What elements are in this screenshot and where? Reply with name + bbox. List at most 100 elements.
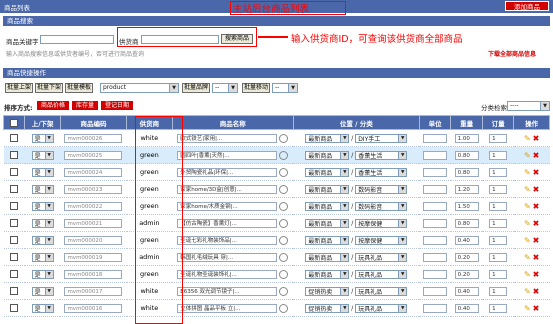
tab-product-list[interactable]: 商品列表 [4, 2, 30, 12]
delete-x-icon[interactable]: ✖ [533, 253, 540, 262]
order-input[interactable]: 1 [489, 235, 508, 245]
header-select-all[interactable] [2, 115, 26, 130]
code-input[interactable]: mvm000025 [64, 150, 123, 160]
row-checkbox[interactable] [10, 219, 19, 227]
row-checkbox[interactable] [10, 202, 19, 210]
status-select[interactable]: 是 ▼ [31, 252, 54, 262]
unit-input[interactable] [423, 184, 448, 194]
status-select[interactable]: 是 ▼ [31, 218, 54, 228]
move-select[interactable]: -- ▼ [272, 83, 298, 93]
position-select[interactable]: 促销热卖 ▼ [305, 286, 350, 296]
category-select[interactable]: 数码影音 ▼ [355, 201, 408, 211]
table-row[interactable]: 是 ▼ mvm000022 green 家家home/木质金钢|... 最新商品 ▼ / 数… [3, 197, 550, 215]
category-select[interactable]: 香薰生活 ▼ [355, 150, 408, 160]
batch-on-shelf-button[interactable]: 批量上架 [5, 83, 33, 93]
row-checkbox[interactable] [10, 304, 19, 312]
pencil-icon[interactable]: ✎ [524, 219, 531, 228]
order-input[interactable]: 1 [489, 201, 508, 211]
unit-input[interactable] [423, 167, 448, 177]
template-select[interactable]: product ▼ [100, 83, 179, 93]
unit-input[interactable] [423, 286, 448, 296]
status-select[interactable]: 是 ▼ [31, 133, 54, 143]
batch-off-shelf-button[interactable]: 批量下架 [35, 83, 63, 93]
code-input[interactable]: mvm000019 [64, 252, 123, 262]
code-input[interactable]: mvm000021 [64, 218, 123, 228]
code-input[interactable]: mvm000020 [64, 235, 123, 245]
name-input[interactable]: 立体拼图 晶品平板 立|... [177, 303, 278, 313]
name-input[interactable]: 欧式铁艺|家用|... [177, 133, 278, 143]
pencil-icon[interactable]: ✎ [524, 253, 531, 262]
status-select[interactable]: 是 ▼ [31, 235, 54, 245]
magnifier-icon[interactable] [279, 252, 289, 262]
magnifier-icon[interactable] [279, 201, 289, 211]
row-checkbox-cell[interactable] [3, 265, 25, 283]
position-select[interactable]: 最新商品 ▼ [305, 218, 350, 228]
row-checkbox-cell[interactable] [3, 146, 25, 164]
row-checkbox-cell[interactable] [3, 129, 25, 147]
position-select[interactable]: 最新商品 ▼ [305, 133, 350, 143]
row-checkbox[interactable] [10, 168, 19, 176]
pencil-icon[interactable]: ✎ [524, 304, 531, 313]
order-input[interactable]: 1 [489, 184, 508, 194]
brand-select[interactable]: -- ▼ [212, 83, 238, 93]
order-input[interactable]: 1 [489, 269, 508, 279]
code-input[interactable]: mvm000017 [64, 286, 123, 296]
delete-x-icon[interactable]: ✖ [533, 219, 540, 228]
position-select[interactable]: 最新商品 ▼ [305, 269, 350, 279]
sort-date-button[interactable]: 登记日期 [101, 101, 133, 110]
table-row[interactable]: 是 ▼ mvm000020 green 圣诞七彩礼物装饰品|... 最新商品 ▼ / 按摩保… [3, 231, 550, 249]
category-search-select[interactable]: ---- ▼ [507, 101, 550, 111]
position-select[interactable]: 促销热卖 ▼ [305, 303, 350, 313]
table-row[interactable]: 是 ▼ mvm000018 green 圣诞礼物圣诞装饰礼|... 最新商品 ▼ / 玩具礼… [3, 265, 550, 283]
magnifier-icon[interactable] [279, 218, 289, 228]
pencil-icon[interactable]: ✎ [524, 287, 531, 296]
category-select[interactable]: 玩具礼品 ▼ [355, 286, 408, 296]
position-select[interactable]: 最新商品 ▼ [305, 252, 350, 262]
weight-input[interactable]: 0.20 [454, 269, 479, 279]
table-row[interactable]: 是 ▼ mvm000016 white 立体拼图 晶品平板 立|... 促销热卖 ▼ / 玩… [3, 299, 550, 317]
select-all-checkbox[interactable] [10, 118, 19, 127]
weight-input[interactable]: 0.40 [454, 303, 479, 313]
table-row[interactable]: 是 ▼ mvm000021 admin 【仿古陶瓷】香薰灯|... 最新商品 ▼ / 按摩保… [3, 214, 550, 232]
row-checkbox[interactable] [10, 236, 19, 244]
code-input[interactable]: mvm000026 [64, 133, 123, 143]
status-select[interactable]: 是 ▼ [31, 201, 54, 211]
table-row[interactable]: 是 ▼ mvm000024 green 外贸陶瓷礼品|环保|... 最新商品 ▼ / 香薰生… [3, 163, 550, 181]
keyword-input[interactable] [40, 35, 114, 44]
pencil-icon[interactable]: ✎ [524, 236, 531, 245]
category-select[interactable]: 按摩保健 ▼ [355, 218, 408, 228]
sort-price-button[interactable]: 商品价格 [37, 101, 69, 110]
position-select[interactable]: 最新商品 ▼ [305, 201, 350, 211]
magnifier-icon[interactable] [279, 133, 289, 143]
magnifier-icon[interactable] [279, 286, 289, 296]
weight-input[interactable]: 0.40 [454, 235, 479, 245]
row-checkbox[interactable] [10, 270, 19, 278]
name-input[interactable]: 家家home/木质金钢|... [177, 201, 278, 211]
table-row[interactable]: 是 ▼ mvm000017 white E6356 双光调节镜子|... 促销热卖 ▼ / … [3, 282, 550, 300]
weight-input[interactable]: 1.20 [454, 184, 479, 194]
code-input[interactable]: mvm000023 [64, 184, 123, 194]
unit-input[interactable] [423, 235, 448, 245]
order-input[interactable]: 1 [489, 286, 508, 296]
status-select[interactable]: 是 ▼ [31, 303, 54, 313]
position-select[interactable]: 最新商品 ▼ [305, 235, 350, 245]
table-row[interactable]: 是 ▼ mvm000023 green 家家home/3D盒|创意|... 最新商品 ▼ /… [3, 180, 550, 198]
row-checkbox-cell[interactable] [3, 299, 25, 317]
sort-stock-button[interactable]: 库存量 [72, 101, 98, 110]
delete-x-icon[interactable]: ✖ [533, 134, 540, 143]
batch-brand-button[interactable]: 批量品牌 [182, 83, 210, 93]
row-checkbox-cell[interactable] [3, 180, 25, 198]
delete-x-icon[interactable]: ✖ [533, 270, 540, 279]
position-select[interactable]: 最新商品 ▼ [305, 167, 350, 177]
category-select[interactable]: DIY手工 ▼ [355, 133, 408, 143]
table-row[interactable]: 是 ▼ mvm000026 white 欧式铁艺|家用|... 最新商品 ▼ / DIY手工… [3, 129, 550, 147]
weight-input[interactable]: 1.00 [454, 133, 479, 143]
magnifier-icon[interactable] [279, 303, 289, 313]
row-checkbox[interactable] [10, 253, 19, 261]
position-select[interactable]: 最新商品 ▼ [305, 184, 350, 194]
category-select[interactable]: 数码影音 ▼ [355, 184, 408, 194]
order-input[interactable]: 1 [489, 167, 508, 177]
category-select[interactable]: 按摩保健 ▼ [355, 235, 408, 245]
download-all-link[interactable]: 下载全部商品信息 [488, 49, 536, 58]
table-row[interactable]: 是 ▼ mvm000019 admin 韩国礼毛绒玩具 穿|... 最新商品 ▼ / 玩具礼… [3, 248, 550, 266]
